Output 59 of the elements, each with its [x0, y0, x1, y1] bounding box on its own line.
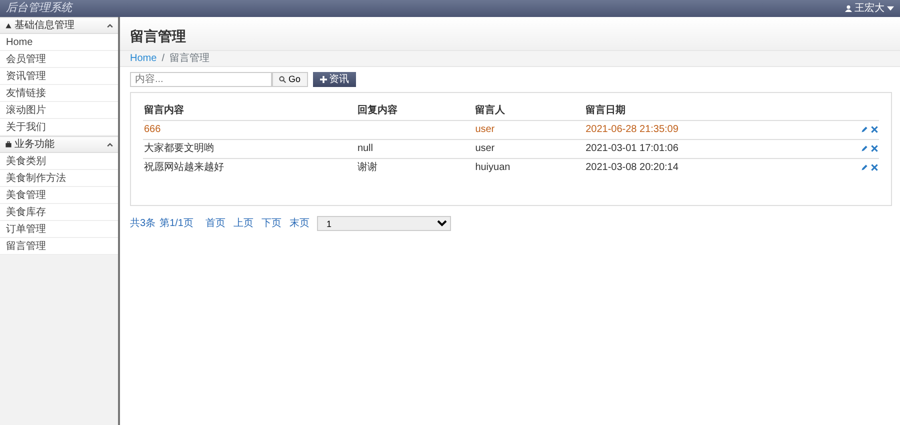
page-info-link[interactable]: 第1/1页 — [160, 216, 194, 231]
pagination-link[interactable]: 首页 — [205, 216, 226, 231]
breadcrumb-separator: / — [162, 52, 164, 66]
sidebar-section-header[interactable]: 业务功能 — [0, 136, 118, 153]
sidebar-section-header[interactable]: 基础信息管理 — [0, 17, 118, 34]
chevron-up-icon — [107, 142, 113, 146]
delete-icon[interactable] — [871, 126, 878, 133]
sidebar-item[interactable]: 关于我们 — [0, 119, 118, 136]
sidebar-item[interactable]: 美食管理 — [0, 187, 118, 204]
sidebar-item[interactable]: 美食类别 — [0, 153, 118, 170]
sidebar-item[interactable]: 美食库存 — [0, 204, 118, 221]
search-icon — [279, 76, 286, 83]
page-info-link[interactable]: 共3条 — [130, 216, 156, 231]
sidebar-item[interactable]: 友情链接 — [0, 85, 118, 102]
section-title: 业务功能 — [14, 138, 56, 152]
sidebar-item[interactable]: 留言管理 — [0, 238, 118, 255]
chevron-up-icon — [107, 24, 113, 28]
edit-icon[interactable] — [861, 144, 868, 152]
sidebar-item[interactable]: 滚动图片 — [0, 102, 118, 119]
page-select[interactable]: 1 — [317, 216, 452, 231]
table-cell: 666 — [144, 124, 161, 135]
sidebar-item[interactable]: 会员管理 — [0, 51, 118, 68]
column-header: 留言日期 — [584, 101, 835, 120]
table-cell: huiyuan — [475, 162, 510, 174]
table-cell: 2021-03-01 17:01:06 — [586, 143, 678, 154]
pagination-link[interactable]: 末页 — [289, 216, 310, 231]
sidebar-item[interactable]: 订单管理 — [0, 221, 118, 238]
user-icon — [845, 5, 852, 12]
table-cell: 2021-03-08 20:20:14 — [586, 162, 678, 174]
section-icon — [5, 22, 12, 29]
sidebar-item[interactable]: Home — [0, 34, 118, 51]
table-cell: user — [475, 143, 495, 154]
sidebar-item[interactable]: 美食制作方法 — [0, 170, 118, 187]
table-cell: 2021-06-28 21:35:09 — [586, 124, 678, 135]
pagination-link[interactable]: 下页 — [261, 216, 282, 231]
caret-icon — [887, 6, 894, 11]
add-news-button[interactable]: 资讯 — [312, 72, 356, 87]
section-icon — [5, 141, 12, 148]
pagination-link[interactable]: 上页 — [233, 216, 254, 231]
table-cell: 谢谢 — [357, 162, 378, 174]
user-menu[interactable]: 王宏大 — [845, 1, 894, 16]
go-button[interactable]: Go — [272, 72, 308, 87]
delete-icon[interactable] — [871, 144, 878, 152]
column-header: 回复内容 — [356, 101, 474, 120]
edit-icon[interactable] — [861, 126, 868, 133]
table-cell: null — [357, 143, 374, 154]
table-cell: user — [475, 124, 495, 135]
breadcrumb-current: 留言管理 — [169, 52, 210, 66]
column-header: 留言人 — [474, 101, 585, 120]
table-cell: 祝愿网站越来越好 — [144, 162, 224, 174]
table-cell: 大家都要文明哟 — [144, 143, 214, 154]
app-title: 后台管理系统 — [6, 0, 72, 16]
section-title: 基础信息管理 — [14, 18, 76, 33]
plus-icon — [320, 76, 327, 83]
delete-icon[interactable] — [871, 164, 878, 172]
sidebar-item[interactable]: 资讯管理 — [0, 68, 118, 85]
column-header: 留言内容 — [143, 101, 356, 120]
edit-icon[interactable] — [861, 164, 868, 172]
search-field[interactable]: 内容... — [130, 72, 272, 87]
